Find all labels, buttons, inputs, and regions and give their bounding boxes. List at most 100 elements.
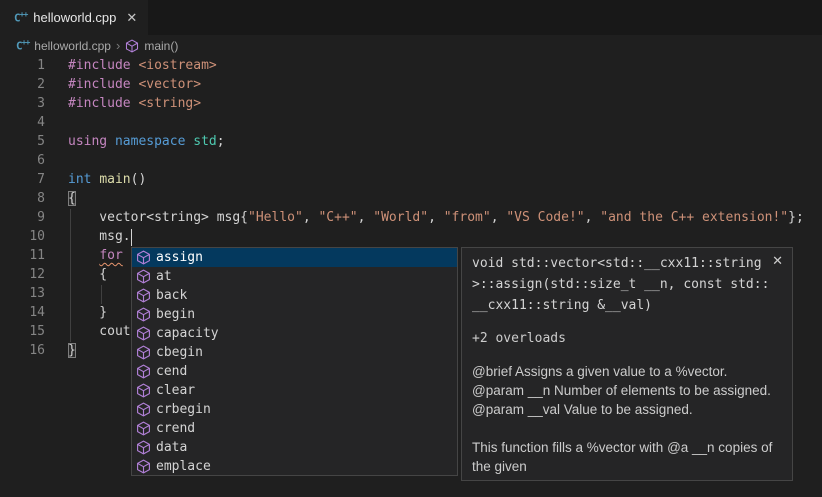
signature-line: >::assign(std::size_t __n, const std:: <box>472 274 782 295</box>
description-line: @brief Assigns a given value to a %vecto… <box>472 362 782 381</box>
chevron-right-icon: › <box>116 38 120 53</box>
text-cursor <box>131 229 133 246</box>
suggest-item-begin[interactable]: begin <box>132 305 457 324</box>
code-line: 7int main() <box>0 170 822 189</box>
description-line: the given <box>472 457 782 476</box>
suggest-item-back[interactable]: back <box>132 286 457 305</box>
suggest-item-capacity[interactable]: capacity <box>132 324 457 343</box>
code-line: 4 <box>0 113 822 132</box>
code-text: #include <vector> <box>45 75 201 94</box>
code-text <box>45 284 68 303</box>
symbol-method-cube-icon <box>136 326 151 341</box>
code-text: using namespace std; <box>45 132 225 151</box>
suggest-item-cend[interactable]: cend <box>132 362 457 381</box>
line-number: 10 <box>0 227 45 246</box>
code-line: 3#include <string> <box>0 94 822 113</box>
breadcrumb-symbol[interactable]: main() <box>144 39 178 53</box>
symbol-method-cube-icon <box>136 345 151 360</box>
symbol-method-cube-icon <box>136 288 151 303</box>
suggest-item-data[interactable]: data <box>132 438 457 457</box>
line-number: 15 <box>0 322 45 341</box>
code-text: int main() <box>45 170 146 189</box>
line-number: 4 <box>0 113 45 132</box>
code-text <box>45 113 68 132</box>
symbol-method-cube-icon <box>136 421 151 436</box>
suggest-item-label: cend <box>156 364 187 379</box>
line-number: 9 <box>0 208 45 227</box>
suggest-item-at[interactable]: at <box>132 267 457 286</box>
symbol-method-cube-icon <box>136 269 151 284</box>
description-line: @param __val Value to be assigned. <box>472 400 782 419</box>
code-text: { <box>45 265 107 284</box>
line-number: 5 <box>0 132 45 151</box>
code-text: { <box>45 189 76 208</box>
symbol-method-cube-icon <box>136 459 151 474</box>
suggest-item-label: crbegin <box>156 402 211 417</box>
description-line: @param __n Number of elements to be assi… <box>472 381 782 400</box>
indent-guide <box>101 285 102 304</box>
symbol-method-cube-icon <box>136 383 151 398</box>
line-number: 1 <box>0 56 45 75</box>
suggest-item-label: clear <box>156 383 195 398</box>
function-description: @brief Assigns a given value to a %vecto… <box>472 362 782 476</box>
code-line: 10 msg. <box>0 227 822 246</box>
code-text: msg. <box>45 227 132 246</box>
symbol-method-cube-icon <box>136 307 151 322</box>
suggest-item-label: at <box>156 269 172 284</box>
symbol-method-cube-icon <box>136 250 151 265</box>
intellisense-docs-panel: ✕ void std::vector<std::__cxx11::string>… <box>461 247 793 481</box>
code-line: 5using namespace std; <box>0 132 822 151</box>
line-number: 2 <box>0 75 45 94</box>
breadcrumb-file[interactable]: helloworld.cpp <box>34 39 111 53</box>
code-text: for <box>45 246 123 265</box>
cpp-file-icon: C++ <box>16 38 29 53</box>
line-number: 8 <box>0 189 45 208</box>
suggest-item-cbegin[interactable]: cbegin <box>132 343 457 362</box>
code-line: 6 <box>0 151 822 170</box>
symbol-method-cube-icon <box>136 402 151 417</box>
breadcrumb: C++ helloworld.cpp › main() <box>0 35 822 56</box>
suggest-item-label: begin <box>156 307 195 322</box>
symbol-method-cube-icon <box>136 364 151 379</box>
suggest-item-emplace[interactable]: emplace <box>132 457 457 476</box>
description-line <box>472 419 782 438</box>
tab-helloworld-cpp[interactable]: C++ helloworld.cpp ✕ <box>0 0 148 35</box>
suggest-item-assign[interactable]: assign <box>132 248 457 267</box>
code-line: 2#include <vector> <box>0 75 822 94</box>
code-line: 8{ <box>0 189 822 208</box>
indent-guide <box>70 209 71 342</box>
suggest-item-crend[interactable]: crend <box>132 419 457 438</box>
line-number: 6 <box>0 151 45 170</box>
suggest-item-label: emplace <box>156 459 211 474</box>
suggest-item-label: crend <box>156 421 195 436</box>
code-text: } <box>45 303 107 322</box>
line-number: 13 <box>0 284 45 303</box>
suggest-item-label: back <box>156 288 187 303</box>
tab-title: helloworld.cpp <box>33 10 116 25</box>
line-number: 12 <box>0 265 45 284</box>
line-number: 3 <box>0 94 45 113</box>
close-icon[interactable]: ✕ <box>772 253 783 269</box>
code-text: cout <box>45 322 131 341</box>
suggest-item-label: capacity <box>156 326 219 341</box>
suggest-item-crbegin[interactable]: crbegin <box>132 400 457 419</box>
code-line: 9 vector<string> msg{"Hello", "C++", "Wo… <box>0 208 822 227</box>
code-line: 1#include <iostream> <box>0 56 822 75</box>
description-line: This function fills a %vector with @a __… <box>472 438 782 457</box>
signature-line: void std::vector<std::__cxx11::string <box>472 253 782 274</box>
suggest-item-clear[interactable]: clear <box>132 381 457 400</box>
cpp-file-icon: C++ <box>14 10 27 25</box>
tab-bar: C++ helloworld.cpp ✕ <box>0 0 822 35</box>
suggest-item-label: data <box>156 440 187 455</box>
code-text: #include <iostream> <box>45 56 217 75</box>
line-number: 11 <box>0 246 45 265</box>
tab-close-icon[interactable]: ✕ <box>126 10 137 26</box>
code-text: vector<string> msg{"Hello", "C++", "Worl… <box>45 208 804 227</box>
intellisense-suggest-list: assign at back begin capacity cbegin cend clear… <box>131 247 458 476</box>
code-text <box>45 151 68 170</box>
function-signature: void std::vector<std::__cxx11::string>::… <box>472 253 782 316</box>
overloads-link[interactable]: +2 overloads <box>472 331 782 346</box>
symbol-method-cube-icon <box>125 39 139 53</box>
code-text: #include <string> <box>45 94 201 113</box>
line-number: 7 <box>0 170 45 189</box>
